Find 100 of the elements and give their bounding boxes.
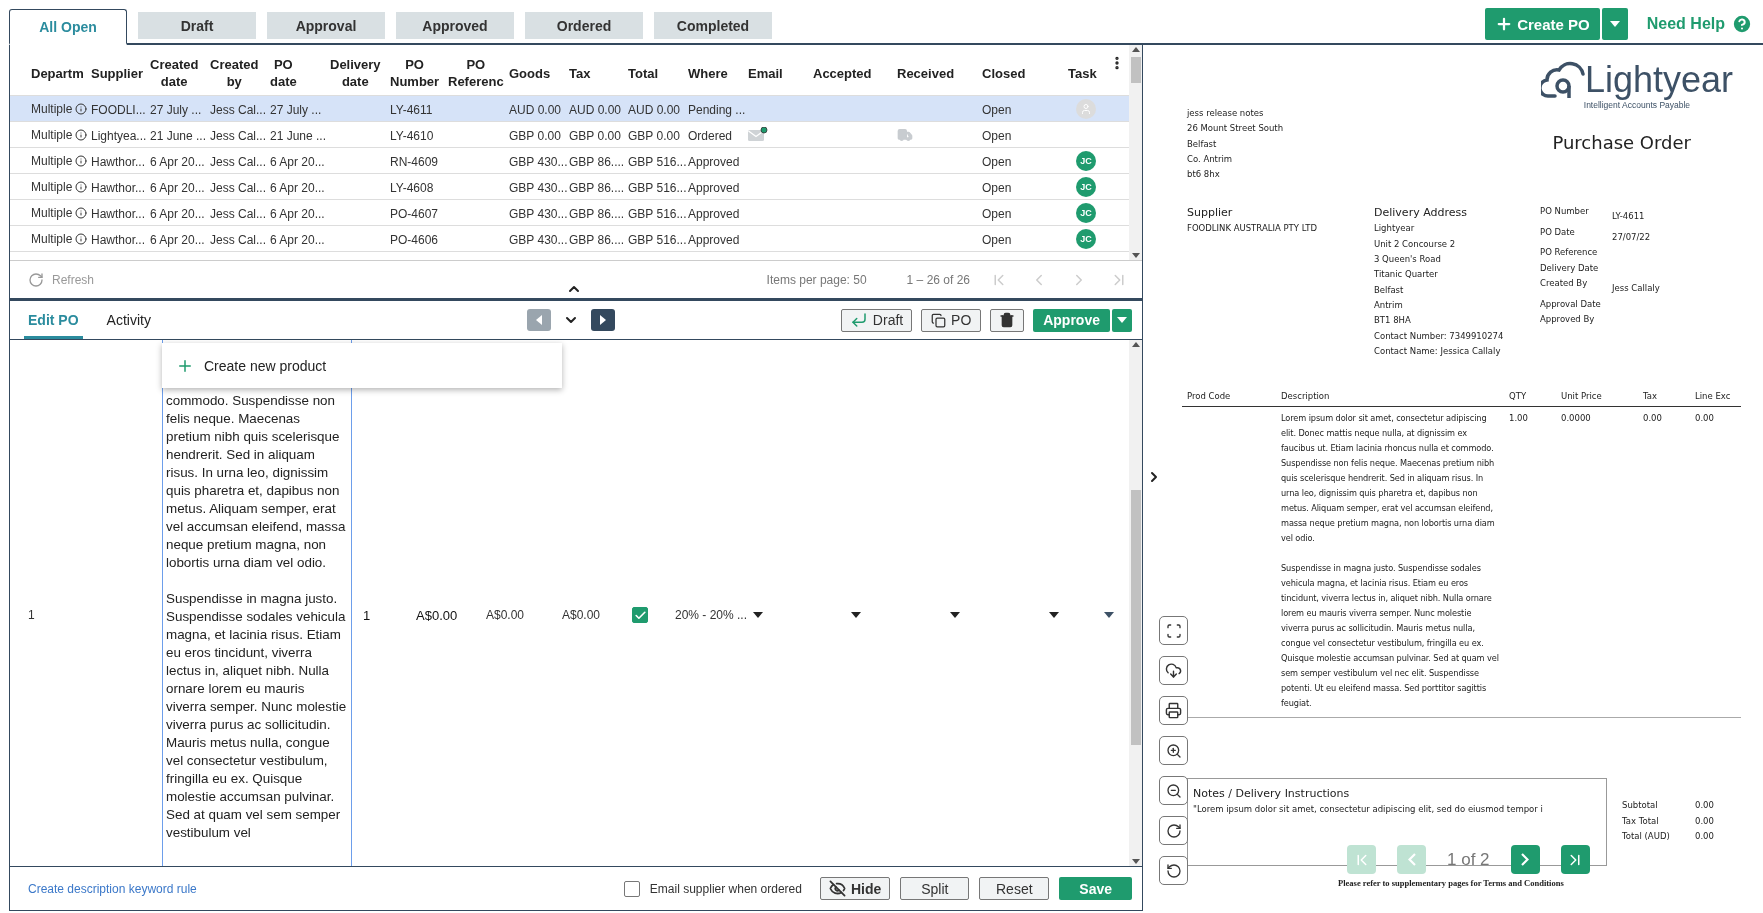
table-cell: PO-4607 [390,206,439,221]
detail-value: Jess Callaly [1612,283,1660,294]
hide-button[interactable]: Hide [819,877,891,900]
check-icon [633,608,647,622]
next-page-button[interactable] [1510,845,1540,874]
table-row[interactable]: Multiple Hawthor... 6 Apr 20... Jess Cal... 6 Apr 20... RN-4609 GBP 430...GBP 86.... GBP 516...Approved Open JC [10,148,1129,174]
table-cell: A$0.00 [562,608,601,622]
address-line: Contact Name: Jessica Callaly [1374,344,1502,358]
address-line: bt6 8hx [1187,168,1221,182]
status-tab[interactable]: Ordered [525,12,643,39]
download-button[interactable] [1159,656,1188,685]
zoom-in-icon [1165,742,1182,759]
save-button[interactable]: Save [1059,877,1132,900]
scrollbar[interactable] [1129,45,1142,260]
table-cell: GBP 0.00 [569,128,621,143]
editor-tab[interactable]: Activity [102,301,155,339]
table-cell: GBP 430... [509,180,568,195]
total-value: 0.00 [1695,799,1714,813]
editor-tab[interactable]: Edit PO [24,301,83,339]
column-header: Prod Code [1187,390,1232,404]
keyword-rule-link[interactable]: Create description keyword rule [28,881,197,896]
tax-rate-dropdown[interactable]: 20% - 20% ... [675,608,748,622]
table-row[interactable]: Multiple Hawthor... 6 Apr 20... Jess Cal... 6 Apr 20... PO-4606 GBP 430...GBP 86.... GBP 516...Approved Open JC [10,226,1129,252]
table-cell-text: 0.0000 [1561,412,1592,426]
print-button[interactable] [1159,696,1188,725]
table-cell: Open [982,232,1012,247]
column-header: QTY [1509,390,1528,404]
rotate-right-button[interactable] [1159,816,1188,845]
copy-po-button[interactable]: PO [921,308,982,332]
detail-label: PO Reference [1540,246,1599,260]
table-cell: GBP 86.... [569,232,625,247]
zoom-out-button[interactable] [1159,776,1188,805]
delete-button[interactable] [990,308,1025,332]
create-po-button[interactable]: Create PO [1485,8,1600,40]
caret-icon[interactable] [950,612,960,618]
items-per-page-label: Items per page: 50 [766,272,867,287]
detail-label: Approved By [1540,313,1596,327]
table-cell: GBP 86.... [569,154,625,169]
description-text: Lorem ipsum dolor sit amet, consectetur adipiscing elit. Donec mattis neque nulla, at dignissim ex faucibus ut. Etiam lacinia rhoncus nulla et commodo. Suspendisse non felis neque. Maecenas pretium nibh quis scelerisque hendrerit. Sed in aliquam risus. In urna leo, dignissim quis pharetra et, dapibus non metus. Aliquam semper, erat vel accumsan eleifend, massa neque pretium magna, non lobortis urna diam vel odio. [1281,412,1496,546]
table-cell: 6 Apr 20... [270,206,325,221]
last-page-button[interactable] [1560,845,1590,874]
table-cell: GBP 0.00 [509,128,561,143]
split-button[interactable]: Split [900,877,970,900]
table-cell: 6 Apr 20... [150,154,205,169]
table-cell: Multiple [31,205,73,220]
table-row[interactable]: Multiple Hawthor... 6 Apr 20... Jess Cal... 6 Apr 20... PO-4607 GBP 430...GBP 86.... GBP 516...Approved Open JC [10,200,1129,226]
total-value: 0.00 [1695,830,1714,844]
status-tab[interactable]: Approval [267,12,385,39]
status-tab[interactable]: All Open [9,9,127,45]
table-cell: AUD 0.00 [509,102,562,117]
status-tab[interactable]: Draft [138,12,256,39]
checkbox[interactable] [632,607,648,623]
column-header: Received [897,65,955,82]
table-cell: GBP 86.... [569,206,625,221]
address-line: FOODLINK AUSTRALIA PTY LTD [1187,222,1318,236]
reset-button[interactable]: Reset [979,877,1050,900]
page-indicator: 1 of 2 [1447,849,1490,870]
detail-value: LY-4611 [1612,211,1645,222]
approve-menu-button[interactable] [1112,308,1132,332]
approve-button[interactable]: Approve [1033,308,1110,332]
table-cell: LY-4608 [390,180,434,195]
table-cell: 27 July ... [270,102,322,117]
initials-badge: JC [1076,229,1096,249]
table-cell: A$0.00 [486,608,525,622]
table-cell: Lightyea... [91,128,147,143]
scrollbar[interactable] [1129,340,1142,866]
table-cell: 6 Apr 20... [270,154,325,169]
caret-icon[interactable] [1104,612,1114,618]
fullscreen-icon [1165,622,1182,639]
checkbox[interactable] [623,880,640,897]
create-product-option[interactable]: Create new product [162,343,562,388]
draft-button[interactable]: Draft [840,308,913,332]
caret-icon[interactable] [1049,612,1059,618]
rotate-left-button[interactable] [1159,856,1188,885]
table-cell: Approved [688,232,740,247]
status-tab[interactable]: Completed [654,12,772,39]
need-help-link[interactable]: Need Help [1646,13,1753,35]
zoom-out-icon [1165,782,1182,799]
create-po-menu-button[interactable] [1601,8,1628,40]
refresh-icon [28,271,44,288]
table-cell: GBP 516... [628,232,687,247]
next-button[interactable] [591,309,615,331]
caret-icon[interactable] [851,612,861,618]
info-icon [75,102,88,115]
total-value: 0.00 [1695,814,1714,828]
quantity-field[interactable]: 1 [363,607,371,623]
caret-icon[interactable] [753,612,764,618]
fullscreen-button[interactable] [1159,616,1188,645]
table-row[interactable]: Multiple Hawthor... 6 Apr 20... Jess Cal... 6 Apr 20... LY-4608 GBP 430...GBP 86.... GBP 516...Approved Open JC [10,174,1129,200]
table-cell: 6 Apr 20... [150,206,205,221]
table-cell: Approved [688,206,740,221]
table-cell: Ordered [688,128,733,143]
zoom-in-button[interactable] [1159,736,1188,765]
initials-badge: JC [1076,151,1096,171]
column-header: Delivery date [330,56,381,90]
status-tab[interactable]: Approved [396,12,514,39]
column-header: Goods [509,65,551,82]
table-cell-text: 0.00 [1643,412,1663,426]
table-row[interactable]: Multiple FOODLI... 27 July ... Jess Cal... 27 July ... LY-4611 AUD 0.00 AUD 0.00 AUD 0.00 Pending ... Open [10,96,1129,122]
price-field[interactable]: A$0.00 [416,607,458,623]
